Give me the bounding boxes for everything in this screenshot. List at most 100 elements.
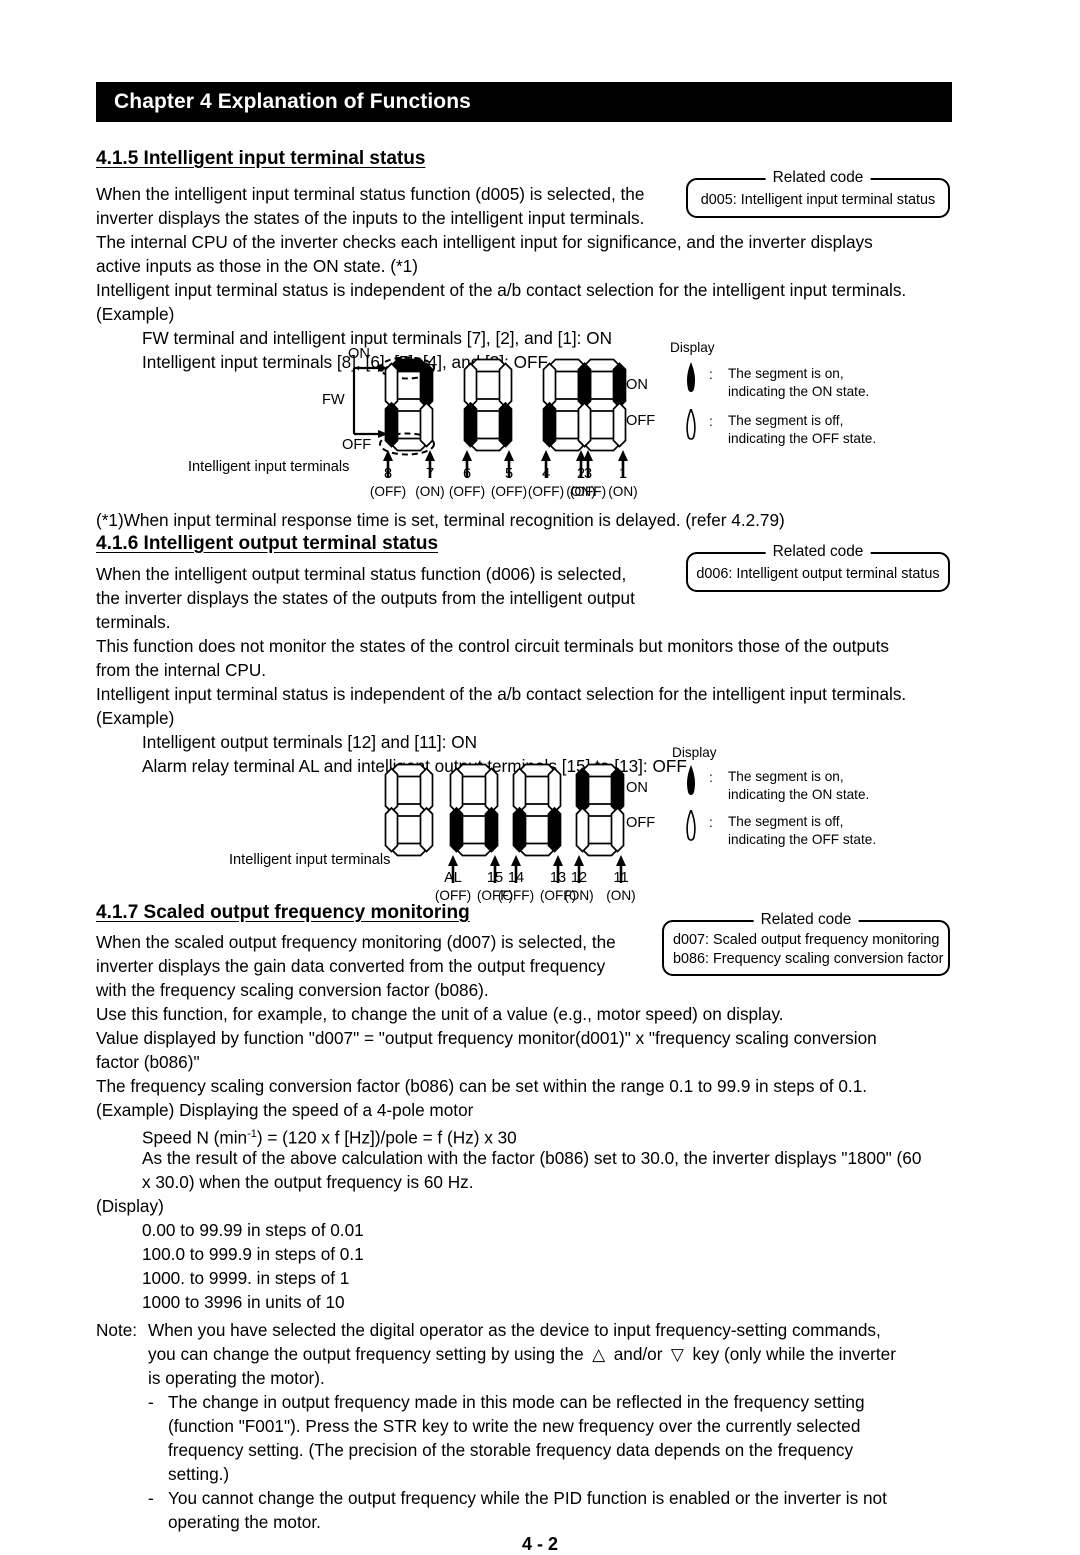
para-415-1: When the intelligent input terminal stat… [96,184,645,204]
note-bullet-1-line-1: The change in output frequency made in t… [168,1392,865,1412]
segment-ul-off [384,362,399,409]
note-line-3: is operating the motor). [148,1368,325,1388]
legend-on-colon: : [709,770,713,785]
segment-ur-off [419,767,434,814]
segment-ur-on [612,362,627,409]
output-terminal-state: (ON) [564,888,594,903]
para-417-6: factor (b086)" [96,1052,200,1072]
para-416-3: terminals. [96,612,171,632]
segment-lr-off [612,401,627,448]
row-off-label-output: OFF [626,815,656,831]
para-415-2: inverter displays the states of the inpu… [96,208,645,228]
chapter-header-bar: Chapter 4 Explanation of Functions [96,82,952,122]
para-415-5: Intelligent input terminal status is ind… [96,280,907,300]
page-number: 4 - 2 [521,1534,559,1554]
para-415-4: active inputs as those in the ON state. … [96,256,418,276]
input-terminal-number: 5 [504,466,514,482]
related-code-title: Related code [753,911,859,929]
output-terminal-number: 12 [570,870,588,886]
segment-ul-on [575,767,590,814]
section-heading-415: 4.1.5 Intelligent input terminal status [96,148,426,169]
para-415-example-label: (Example) [96,304,175,324]
legend-off-colon: : [709,414,713,429]
input-terminal-number: 8 [383,466,393,482]
input-terminal-state: (OFF) [448,484,486,499]
note-bullet-dash-2: - [148,1488,154,1508]
section-heading-417: 4.1.7 Scaled output frequency monitoring [96,902,470,923]
related-code-box-d005: Related code d005: Intelligent input ter… [686,169,950,218]
legend-on-text-1: The segment is on, [728,769,844,784]
legend-on-icon [684,362,698,399]
speed-formula-exponent: -1 [247,1128,257,1140]
para-417-result-2: x 30.0) when the output frequency is 60 … [142,1172,474,1192]
output-terminal-state: (OFF) [497,888,535,903]
segment-ul-off [542,362,557,409]
triangle-down-icon: ▽ [670,1344,685,1364]
input-terminal-number: 4 [541,466,551,482]
output-terminal-number: 14 [507,870,525,886]
para-417-7: The frequency scaling conversion factor … [96,1076,868,1096]
segment-lr-on [498,401,513,448]
display-label-input: Display [670,340,715,355]
para-417-3: with the frequency scaling conversion fa… [96,980,489,1000]
segment-lr-on [547,806,562,853]
display-range-4: 1000 to 3996 in units of 10 [142,1292,345,1312]
row-on-label-output: ON [626,780,648,796]
related-code-box-d006: Related code d006: Intelligent output te… [686,543,950,592]
related-code-line: d007: Scaled output frequency monitoring [673,932,940,948]
input-terminal-number: 6 [462,466,472,482]
manual-page: Chapter 4 Explanation of Functions 4.1.5… [0,0,1080,1554]
display-range-3: 1000. to 9999. in steps of 1 [142,1268,350,1288]
para-417-example-label: (Example) Displaying the speed of a 4-po… [96,1100,474,1120]
note-line-1: When you have selected the digital opera… [148,1320,881,1340]
related-code-line: d005: Intelligent input terminal status [700,192,936,208]
related-code-title: Related code [765,543,871,561]
terminals-label-output: Intelligent input terminals [229,852,391,868]
segment-ur-on [610,767,625,814]
speed-formula-suffix: ) = (120 x f [Hz])/pole = f (Hz) x 30 [256,1127,517,1148]
display-range-1: 0.00 to 99.99 in steps of 0.01 [142,1220,364,1240]
seven-segment-digit [574,762,626,858]
segment-ur-off [498,362,513,409]
display-range-2: 100.0 to 999.9 in steps of 0.1 [142,1244,364,1264]
related-code-box-d007: Related code d007: Scaled output frequen… [662,911,950,976]
para-417-5: Value displayed by function "d007" = "ou… [96,1028,877,1048]
legend-off-colon: : [709,815,713,830]
legend-off-text-2: indicating the OFF state. [728,832,877,847]
segment-ul-off [463,362,478,409]
segment-ur-off [547,767,562,814]
legend-on-text-2: indicating the ON state. [728,787,870,802]
para-417-4: Use this function, for example, to chang… [96,1004,784,1024]
fw-on-label: ON [348,346,370,362]
seven-segment-digit [462,357,514,453]
legend-on-colon: : [709,367,713,382]
seven-segment-digit [511,762,563,858]
segment-ll-off [575,806,590,853]
segment-ll-on [449,806,464,853]
segment-ll-on [463,401,478,448]
note-bullet-2-line-1: You cannot change the output frequency w… [168,1488,887,1508]
legend-on-text-2: indicating the ON state. [728,384,870,399]
related-code-line: d006: Intelligent output terminal status [696,566,940,582]
related-code-title: Related code [765,169,871,187]
seven-segment-digit [383,762,435,858]
segment-ul-off [512,767,527,814]
para-417-display-label: (Display) [96,1196,164,1216]
para-416-1: When the intelligent output terminal sta… [96,564,627,584]
display-label-output: Display [672,745,717,760]
speed-formula-prefix: Speed N (min [142,1127,248,1148]
seven-segment-digit [448,762,500,858]
related-code-line: b086: Frequency scaling conversion facto… [673,951,944,967]
segment-ll-off [577,401,592,448]
para-417-2: inverter displays the gain data converte… [96,956,606,976]
para-415-3: The internal CPU of the inverter checks … [96,232,873,252]
output-terminal-number: AL [444,870,462,886]
output-terminal-state: (ON) [606,888,636,903]
segment-ul-off [449,767,464,814]
para-416-example-1: Intelligent output terminals [12] and [1… [142,732,478,752]
input-terminal-number: 1 [618,466,628,482]
note-line-2-part-c: key (only while the inverter [692,1344,896,1364]
chapter-title: Chapter 4 Explanation of Functions [114,90,471,113]
para-416-5: from the internal CPU. [96,660,267,680]
legend-off-icon [684,406,698,446]
